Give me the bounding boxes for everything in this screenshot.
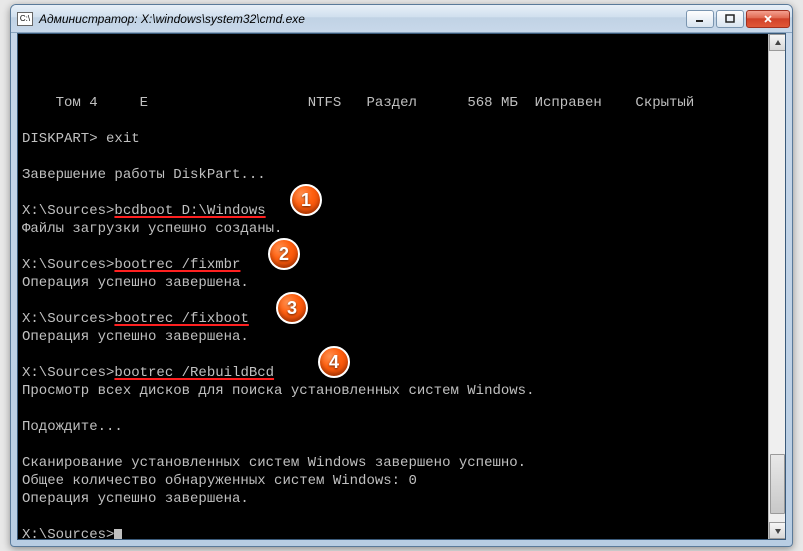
window-controls [686,10,790,28]
result-2: Операция успешно завершена. [22,275,249,291]
titlebar[interactable]: C:\ Администратор: X:\windows\system32\c… [11,5,792,33]
cmd-fixboot: bootrec /fixboot [114,311,248,327]
diskpart-exit-msg: Завершение работы DiskPart... [22,167,266,183]
scrollbar-thumb[interactable] [770,454,785,514]
prompt-4: X:\Sources> [22,365,114,381]
scan-count: Общее количество обнаруженных систем Win… [22,473,417,489]
prompt-1: X:\Sources> [22,203,114,219]
cursor [114,529,122,540]
scan-done: Сканирование установленных систем Window… [22,455,526,471]
window-title: Администратор: X:\windows\system32\cmd.e… [39,12,686,26]
close-button[interactable] [746,10,790,28]
vertical-scrollbar[interactable] [768,34,785,539]
prompt-3: X:\Sources> [22,311,114,327]
annotation-badge-2: 2 [268,238,300,270]
terminal-content: Том 4 E NTFS Раздел 568 МБ Исправен Скры… [22,76,783,540]
maximize-button[interactable] [716,10,744,28]
cmd-fixmbr: bootrec /fixmbr [114,257,240,273]
result-4: Просмотр всех дисков для поиска установл… [22,383,534,399]
prompt-2: X:\Sources> [22,257,114,273]
annotation-badge-4: 4 [318,346,350,378]
diskpart-prompt: DISKPART> [22,131,106,147]
terminal-area[interactable]: Том 4 E NTFS Раздел 568 МБ Исправен Скры… [17,33,786,540]
cmd-window: C:\ Администратор: X:\windows\system32\c… [10,4,793,547]
final-prompt: X:\Sources> [22,527,114,540]
scrollbar-up-button[interactable] [769,34,786,51]
result-3: Операция успешно завершена. [22,329,249,345]
minimize-button[interactable] [686,10,714,28]
wait-msg: Подождите... [22,419,123,435]
annotation-badge-3: 3 [276,292,308,324]
cmd-bcdboot: bcdboot D:\Windows [114,203,265,219]
diskpart-header-row: Том 4 E NTFS Раздел 568 МБ Исправен Скры… [22,95,694,111]
scrollbar-down-button[interactable] [769,522,786,539]
result-1: Файлы загрузки успешно созданы. [22,221,282,237]
cmd-rebuildbcd: bootrec /RebuildBcd [114,365,274,381]
annotation-badge-1: 1 [290,184,322,216]
cmd-icon: C:\ [17,12,33,26]
diskpart-exit-cmd: exit [106,131,140,147]
scan-ok: Операция успешно завершена. [22,491,249,507]
